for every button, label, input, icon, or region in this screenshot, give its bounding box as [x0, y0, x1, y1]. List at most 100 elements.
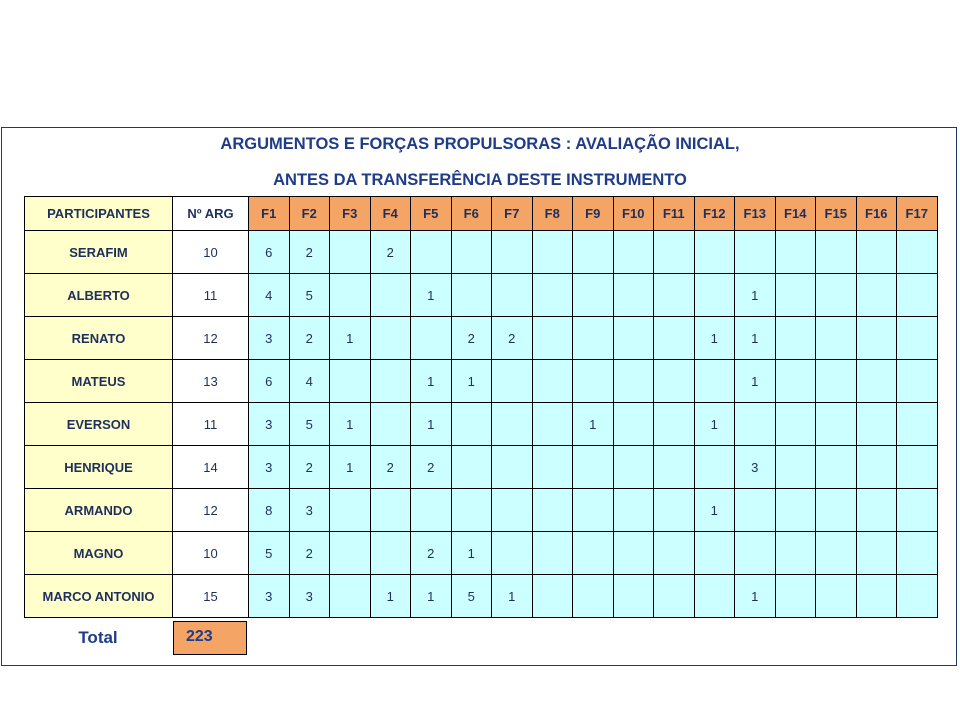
force-cell-f13: 1 — [734, 574, 776, 618]
table-row: ALBERTO 11 4 5 1 1 — [24, 273, 938, 317]
force-cell-f13: 1 — [734, 359, 776, 403]
force-cell-f14 — [774, 574, 816, 618]
force-cell-f16 — [855, 230, 897, 274]
force-cell-f1: 4 — [248, 273, 290, 317]
force-cell-f7 — [491, 402, 533, 446]
force-cell-f6: 1 — [450, 359, 492, 403]
force-cell-f17 — [896, 316, 938, 360]
force-cell-f12: 1 — [693, 488, 735, 532]
participant-num-args: 11 — [172, 402, 249, 446]
force-cell-f16 — [855, 273, 897, 317]
force-cell-f11 — [653, 574, 695, 618]
force-cell-f14 — [774, 445, 816, 489]
force-cell-f17 — [896, 402, 938, 446]
header-force-5: F5 — [410, 196, 452, 231]
force-cell-f10 — [612, 316, 654, 360]
participant-name: MATEUS — [24, 359, 173, 403]
force-cell-f11 — [653, 531, 695, 575]
force-cell-f5 — [410, 230, 452, 274]
total-label: Total — [78, 628, 118, 647]
force-cell-f2: 3 — [288, 488, 330, 532]
title-line-2: ANTES DA TRANSFERÊNCIA DESTE INSTRUMENTO — [273, 171, 687, 189]
force-cell-f15 — [815, 230, 857, 274]
participant-num-args: 15 — [172, 574, 249, 618]
force-cell-f9 — [572, 488, 614, 532]
force-cell-f6 — [450, 488, 492, 532]
force-cell-f5: 2 — [410, 531, 452, 575]
force-cell-f1: 3 — [248, 445, 290, 489]
force-cell-f6 — [450, 445, 492, 489]
force-cell-f6: 5 — [450, 574, 492, 618]
force-cell-f3: 1 — [329, 316, 371, 360]
force-cell-f9: 1 — [572, 402, 614, 446]
force-cell-f6 — [450, 273, 492, 317]
force-cell-f7 — [491, 230, 533, 274]
force-cell-f8 — [531, 316, 573, 360]
force-cell-f14 — [774, 273, 816, 317]
force-cell-f9 — [572, 445, 614, 489]
force-cell-f4 — [369, 273, 411, 317]
force-cell-f10 — [612, 273, 654, 317]
force-cell-f1: 3 — [248, 402, 290, 446]
table-row: EVERSON 11 3 5 1 1 1 1 — [24, 402, 938, 446]
header-force-10: F10 — [612, 196, 654, 231]
force-cell-f7 — [491, 273, 533, 317]
force-cell-f15 — [815, 359, 857, 403]
force-cell-f1: 8 — [248, 488, 290, 532]
participant-name: EVERSON — [24, 402, 173, 446]
force-cell-f7 — [491, 359, 533, 403]
participant-num-args: 14 — [172, 445, 249, 489]
force-cell-f9 — [572, 574, 614, 618]
force-cell-f16 — [855, 488, 897, 532]
force-cell-f1: 5 — [248, 531, 290, 575]
force-cell-f13: 1 — [734, 273, 776, 317]
force-cell-f4 — [369, 402, 411, 446]
force-cell-f11 — [653, 488, 695, 532]
force-cell-f7 — [491, 488, 533, 532]
force-cell-f9 — [572, 359, 614, 403]
force-cell-f5: 1 — [410, 359, 452, 403]
force-cell-f14 — [774, 316, 816, 360]
header-force-1: F1 — [248, 196, 290, 231]
header-force-17: F17 — [896, 196, 938, 231]
force-cell-f12 — [693, 531, 735, 575]
force-cell-f14 — [774, 402, 816, 446]
force-cell-f15 — [815, 273, 857, 317]
table-row: SERAFIM 10 6 2 2 — [24, 230, 938, 274]
force-cell-f10 — [612, 488, 654, 532]
force-cell-f3 — [329, 230, 371, 274]
header-force-9: F9 — [572, 196, 614, 231]
force-cell-f11 — [653, 402, 695, 446]
force-cell-f11 — [653, 316, 695, 360]
header-force-2: F2 — [288, 196, 330, 231]
header-num-args: Nº ARG — [172, 196, 249, 231]
force-cell-f17 — [896, 445, 938, 489]
force-cell-f17 — [896, 574, 938, 618]
force-cell-f6: 2 — [450, 316, 492, 360]
header-force-6: F6 — [450, 196, 492, 231]
table-row: RENATO 12 3 2 1 2 2 1 1 — [24, 316, 938, 360]
participant-num-args: 12 — [172, 316, 249, 360]
force-cell-f4: 1 — [369, 574, 411, 618]
force-cell-f13 — [734, 402, 776, 446]
force-cell-f6: 1 — [450, 531, 492, 575]
force-cell-f3 — [329, 531, 371, 575]
force-cell-f16 — [855, 531, 897, 575]
force-cell-f2: 2 — [288, 445, 330, 489]
header-force-12: F12 — [693, 196, 735, 231]
participant-num-args: 12 — [172, 488, 249, 532]
participant-name: HENRIQUE — [24, 445, 173, 489]
participant-name: ARMANDO — [24, 488, 173, 532]
participant-name: SERAFIM — [24, 230, 173, 274]
force-cell-f2: 3 — [288, 574, 330, 618]
force-cell-f3 — [329, 273, 371, 317]
header-force-7: F7 — [491, 196, 533, 231]
force-cell-f17 — [896, 531, 938, 575]
force-cell-f4 — [369, 531, 411, 575]
force-cell-f8 — [531, 402, 573, 446]
force-cell-f14 — [774, 359, 816, 403]
force-cell-f11 — [653, 273, 695, 317]
force-cell-f12: 1 — [693, 402, 735, 446]
participant-num-args: 13 — [172, 359, 249, 403]
header-force-8: F8 — [531, 196, 573, 231]
